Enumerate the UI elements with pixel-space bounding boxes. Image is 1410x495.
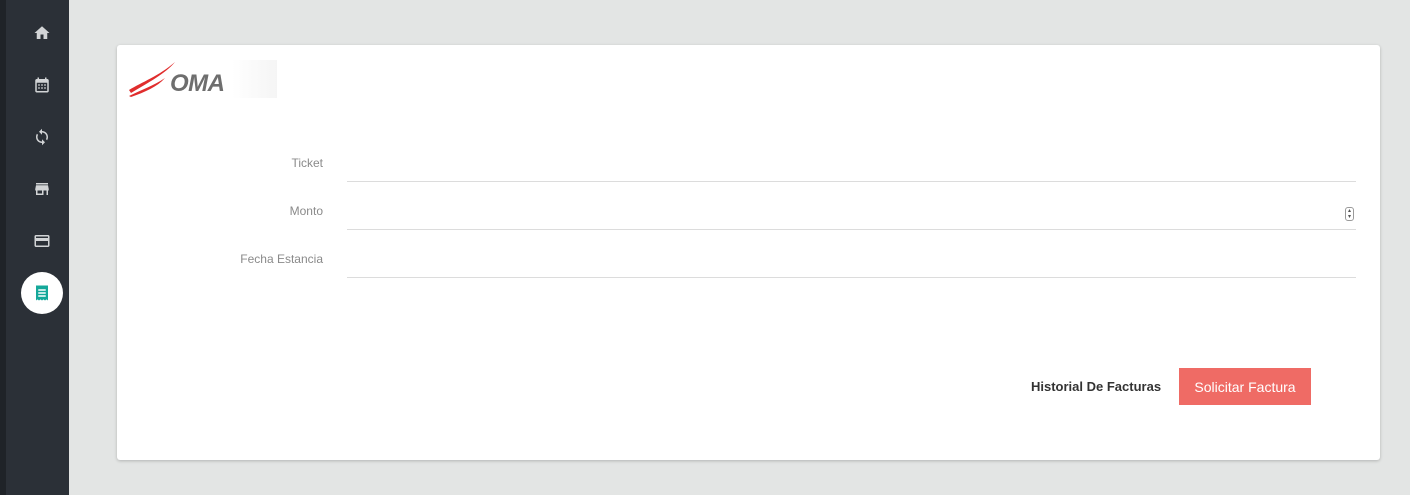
invoice-history-link[interactable]: Historial De Facturas [1031,379,1161,394]
sidebar-item-calendar[interactable] [21,64,63,106]
refresh-icon [36,128,48,146]
sidebar-item-invoices[interactable] [21,272,63,314]
home-icon [34,26,50,39]
fecha-estancia-label: Fecha Estancia [240,252,323,266]
invoice-request-card: OMA Ticket Monto ▴ ▾ Fecha Estancia Histo… [117,45,1380,460]
logo-text: OMA [170,70,225,97]
store-icon [35,183,49,195]
monto-row: Monto ▴ ▾ [117,192,1380,240]
fecha-estancia-input[interactable] [347,240,1356,278]
monto-input[interactable] [347,192,1356,230]
ticket-row: Ticket [117,144,1380,192]
ticket-input[interactable] [347,144,1356,182]
calendar-icon [35,77,49,93]
monto-label: Monto [289,204,323,218]
oma-logo: OMA [127,60,277,98]
sidebar-item-store[interactable] [21,168,63,210]
sidebar-item-home[interactable] [21,12,63,54]
sidebar-item-sync[interactable] [21,116,63,158]
credit-card-icon [34,235,50,247]
request-invoice-button[interactable]: Solicitar Factura [1179,368,1311,405]
fecha-row: Fecha Estancia [117,240,1380,288]
receipt-icon [36,285,48,301]
ticket-label: Ticket [291,156,323,170]
sidebar [0,0,69,495]
sidebar-item-payments[interactable] [21,220,63,262]
number-stepper[interactable]: ▴ ▾ [1345,207,1354,221]
